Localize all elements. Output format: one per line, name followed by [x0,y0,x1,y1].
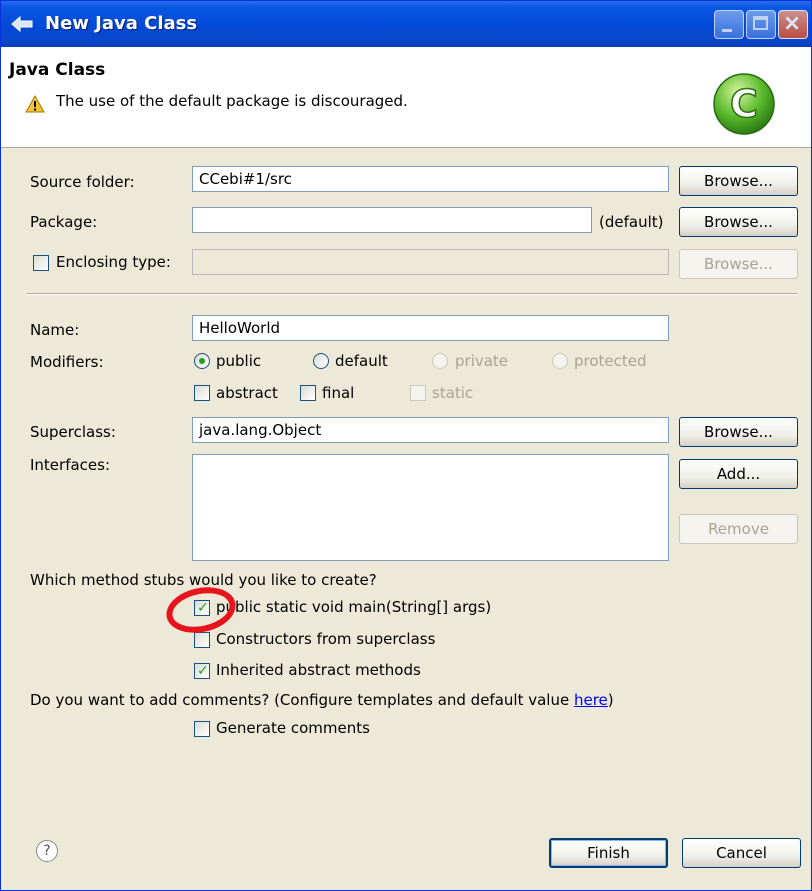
package-browse-button[interactable]: Browse... [679,207,798,237]
main-method-checkbox[interactable]: ✓ [194,600,210,616]
static-label: static [432,384,474,402]
page-title: Java Class [9,60,106,80]
modifier-private-label: private [455,352,509,370]
help-icon[interactable]: ? [36,840,58,862]
modifier-protected-radio [552,353,568,369]
comments-question-end: ) [607,691,614,709]
enclosing-type-checkbox[interactable] [33,255,49,271]
remove-interface-button: Remove [679,514,798,544]
separator [27,293,797,295]
minimize-icon [722,29,732,32]
svg-text:C: C [730,82,758,126]
modifier-protected-label: protected [574,352,647,370]
superclass-label: Superclass: [30,423,116,441]
checkmark-icon: ✓ [197,600,209,616]
modifier-default-radio[interactable] [313,353,329,369]
java-class-badge-icon: C [713,73,775,135]
warning-icon [25,95,45,113]
comments-question-text: Do you want to add comments? (Configure … [30,691,574,709]
constructors-checkbox[interactable] [194,632,210,648]
modifiers-label: Modifiers: [30,353,104,371]
modifier-default-label: default [335,352,388,370]
title-bar[interactable]: New Java Class [1,1,811,47]
abstract-checkbox[interactable] [194,385,210,401]
package-field[interactable] [192,207,592,233]
maximize-icon [753,16,768,30]
source-folder-browse-button[interactable]: Browse... [679,166,798,196]
constructors-label: Constructors from superclass [216,630,436,648]
close-button[interactable] [778,10,808,39]
name-field[interactable]: HelloWorld [192,315,669,341]
generate-comments-label: Generate comments [216,719,370,737]
inherited-methods-checkbox[interactable]: ✓ [194,663,210,679]
enclosing-type-field [192,249,669,275]
superclass-browse-button[interactable]: Browse... [679,417,798,447]
eclipse-new-icon [11,15,33,33]
comments-question: Do you want to add comments? (Configure … [30,691,614,709]
modifier-private-radio [432,353,448,369]
package-label: Package: [30,213,98,231]
interfaces-list[interactable] [192,454,669,561]
warning-message: The use of the default package is discou… [56,92,408,110]
cancel-button[interactable]: Cancel [682,838,801,868]
final-checkbox[interactable] [300,385,316,401]
final-label: final [322,384,355,402]
new-java-class-dialog: New Java Class Java Class The use of the… [0,0,812,891]
main-method-label: public static void main(String[] args) [216,598,492,616]
superclass-field[interactable]: java.lang.Object [192,417,669,443]
modifier-public-radio[interactable] [194,353,210,369]
window-title: New Java Class [45,13,198,34]
package-default-label: (default) [599,213,664,231]
enclosing-type-label: Enclosing type: [56,253,171,271]
method-stubs-question: Which method stubs would you like to cre… [30,571,377,589]
inherited-methods-label: Inherited abstract methods [216,661,421,679]
source-folder-field[interactable]: CCebi#1/src [192,166,669,192]
close-icon [785,16,799,30]
minimize-button[interactable] [714,10,744,39]
name-label: Name: [30,321,80,339]
radio-dot [199,358,205,364]
abstract-label: abstract [216,384,278,402]
configure-templates-link[interactable]: here [574,691,608,709]
interfaces-label: Interfaces: [30,456,111,474]
finish-button[interactable]: Finish [549,838,668,868]
enclosing-type-browse-button: Browse... [679,249,798,279]
modifier-public-label: public [216,352,262,370]
generate-comments-checkbox[interactable] [194,721,210,737]
source-folder-label: Source folder: [30,173,135,191]
checkmark-icon: ✓ [197,663,209,679]
maximize-button[interactable] [746,10,776,39]
static-checkbox [410,385,426,401]
dialog-header: Java Class The use of the default packag… [1,47,811,148]
add-interface-button[interactable]: Add... [679,459,798,489]
